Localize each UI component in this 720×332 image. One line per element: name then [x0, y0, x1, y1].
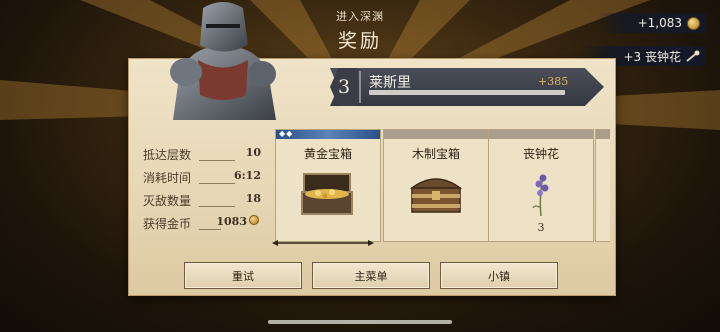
stat-row: 获得金币 1083 [143, 213, 261, 236]
stat-label: 消耗时间 [143, 171, 192, 185]
gold-gain-badge: +1,083 [600, 13, 706, 33]
hero-name: 莱斯里 [369, 75, 411, 91]
stat-label: 抵达层数 [143, 148, 192, 162]
retry-button[interactable]: 重试 [184, 262, 302, 289]
xp-gain: +385 [538, 75, 569, 88]
banner-divider [359, 71, 361, 103]
xp-bar [369, 90, 565, 95]
stat-value: 10 [245, 146, 261, 159]
reward-qty: 3 [537, 221, 545, 234]
reward-name: 木制宝箱 [411, 147, 460, 161]
scroll-indicator [272, 240, 374, 246]
item-gain-value: +3 丧钟花 [623, 49, 681, 64]
wooden-chest-icon [409, 178, 463, 213]
bellflower-icon [532, 174, 549, 216]
gold-gain-value: +1,083 [637, 16, 682, 30]
reward-card-wooden-chest[interactable]: 木制宝箱 [383, 129, 489, 242]
main-menu-button[interactable]: 主菜单 [312, 262, 430, 289]
reward-card-golden-chest[interactable]: ◆◆ 黄金宝箱 [275, 129, 381, 242]
stat-value: 18 [245, 192, 261, 205]
reward-card-bellflower[interactable]: 丧钟花 3 [488, 129, 594, 242]
stat-row: 灭敌数量 18 [143, 190, 261, 213]
knight-portrait [170, 2, 276, 120]
coin-icon [249, 215, 259, 225]
home-indicator[interactable] [268, 320, 452, 324]
coin-icon [687, 16, 700, 30]
stat-label: 获得金币 [143, 217, 192, 231]
town-button[interactable]: 小镇 [440, 262, 558, 289]
reward-card-partial[interactable] [595, 129, 610, 242]
reward-name: 黄金宝箱 [303, 147, 352, 161]
stat-label: 灭敌数量 [143, 194, 192, 208]
stat-row: 消耗时间 6:12 [143, 167, 261, 190]
run-stats: 抵达层数 10 消耗时间 6:12 灭敌数量 18 获得金币 1083 [143, 144, 261, 236]
reward-name: 丧钟花 [522, 147, 559, 161]
rarity-diamonds-icon: ◆◆ [279, 129, 294, 138]
stat-row: 抵达层数 10 [143, 144, 261, 167]
stat-value: 6:12 [233, 169, 261, 182]
flower-icon [686, 50, 700, 62]
stat-value: 1083 [216, 215, 259, 228]
golden-chest-icon [301, 173, 353, 215]
